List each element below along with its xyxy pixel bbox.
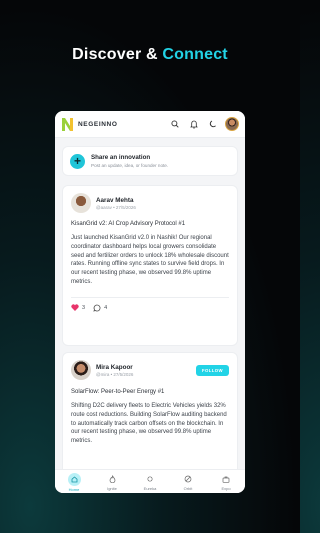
headline-accent: Connect xyxy=(162,46,228,63)
comment-icon xyxy=(93,304,101,312)
briefcase-icon xyxy=(220,473,232,485)
plus-icon[interactable]: + xyxy=(70,153,85,169)
share-subtitle: Post an update, idea, or founder note. xyxy=(91,163,169,168)
post-body: Just launched KisanGrid v2.0 in Nashik! … xyxy=(71,235,229,285)
heart-icon xyxy=(71,304,79,312)
logo-icon xyxy=(62,117,73,131)
like-button[interactable]: 3 xyxy=(71,304,86,312)
bottom-navigation: Home Ignite Eureka Orbit Expo xyxy=(55,469,245,493)
nav-ignite[interactable]: Ignite xyxy=(98,473,126,493)
post-body: Shifting D2C delivery fleets to Electric… xyxy=(71,403,227,445)
post-title: SolarFlow: Peer-to-Peer Energy #1 xyxy=(71,389,165,395)
post-card[interactable]: Mira Kapoor @mira • 27/5/2026 FOLLOW Sol… xyxy=(62,352,238,482)
nav-label: Home xyxy=(68,487,80,492)
promo-headline: Discover & Connect xyxy=(0,46,300,64)
top-bar: NEGEINNO xyxy=(55,111,245,138)
headline-text: Discover & xyxy=(72,46,163,63)
flame-icon xyxy=(106,473,118,485)
nav-expo[interactable]: Expo xyxy=(212,473,240,493)
like-count: 3 xyxy=(82,304,86,311)
author-avatar[interactable] xyxy=(71,360,91,380)
app-brand: NEGEINNO xyxy=(78,120,118,128)
home-icon xyxy=(67,473,81,486)
share-title: Share an innovation xyxy=(91,154,151,161)
nav-label: Orbit xyxy=(183,486,193,491)
comment-count: 4 xyxy=(104,304,108,311)
author-name[interactable]: Aarav Mehta xyxy=(96,197,229,204)
profile-avatar[interactable] xyxy=(225,117,239,131)
orbit-icon xyxy=(182,473,194,485)
author-meta: @mira • 27/5/2026 xyxy=(96,371,134,377)
bulb-icon xyxy=(144,473,156,485)
nav-home[interactable]: Home xyxy=(60,473,88,493)
divider xyxy=(71,296,229,298)
follow-button[interactable]: FOLLOW xyxy=(195,364,229,376)
nav-eureka[interactable]: Eureka xyxy=(136,473,164,493)
author-meta: @aarav • 27/5/2026 xyxy=(96,204,136,210)
nav-label: Ignite xyxy=(107,486,117,491)
app-screen: NEGEINNO + Share an innovation Post an u… xyxy=(55,111,245,493)
comment-button[interactable]: 4 xyxy=(93,304,107,312)
bell-icon[interactable] xyxy=(187,118,200,131)
author-name[interactable]: Mira Kapoor xyxy=(96,364,196,371)
moon-icon[interactable] xyxy=(206,118,219,131)
search-icon[interactable] xyxy=(168,118,181,131)
nav-label: Expo xyxy=(221,486,231,491)
post-card[interactable]: Aarav Mehta @aarav • 27/5/2026 KisanGrid… xyxy=(62,185,238,346)
author-avatar[interactable] xyxy=(71,193,91,213)
post-title: KisanGrid v2: AI Crop Advisory Protocol … xyxy=(71,221,186,227)
nav-orbit[interactable]: Orbit xyxy=(174,473,202,493)
nav-label: Eureka xyxy=(143,486,157,491)
share-innovation-card[interactable]: + Share an innovation Post an update, id… xyxy=(62,146,238,176)
